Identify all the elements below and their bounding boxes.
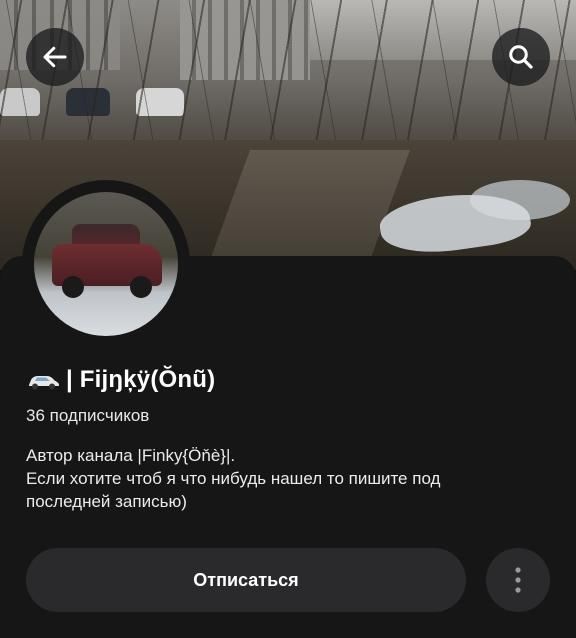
channel-title: | Fijŋķÿ(Ŏnũ) (26, 366, 215, 394)
search-button[interactable] (492, 28, 550, 86)
more-options-button[interactable] (486, 548, 550, 612)
description-line: Автор канала |Finky{Öňè}|. (26, 446, 236, 465)
channel-title-text: | Fijŋķÿ(Ŏnũ) (66, 366, 216, 393)
description-line: последней записью) (26, 492, 187, 511)
avatar-car-wheel (130, 276, 152, 298)
search-icon (509, 45, 533, 69)
cover-trees (0, 0, 576, 140)
subscriber-count: 36 подписчиков (26, 406, 150, 425)
channel-avatar[interactable] (22, 180, 190, 348)
unsubscribe-button[interactable]: Отписаться (26, 548, 466, 612)
back-button[interactable] (26, 28, 84, 86)
description-line: Если хотите чтоб я что нибудь нашел то п… (26, 469, 441, 488)
car-icon (26, 370, 60, 390)
avatar-photo (34, 192, 178, 336)
channel-description: Автор канала |Finky{Öňè}|. Если хотите ч… (26, 444, 546, 513)
more-vertical-icon (515, 567, 521, 593)
arrow-left-icon (43, 46, 67, 68)
avatar-car-wheel (62, 276, 84, 298)
